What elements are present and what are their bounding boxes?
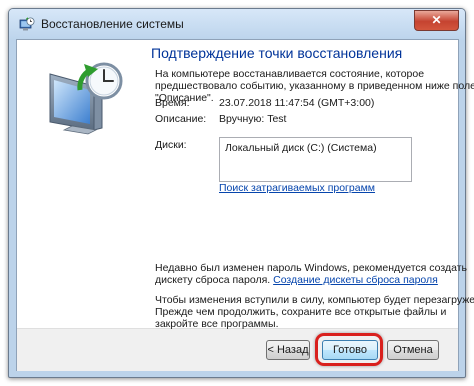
title-bar[interactable]: Восстановление системы ✕ xyxy=(9,9,465,40)
back-button[interactable]: < Назад xyxy=(266,340,310,360)
scan-affected-programs-link[interactable]: Поиск затрагиваемых программ xyxy=(219,182,375,194)
close-button[interactable]: ✕ xyxy=(414,10,459,31)
password-note-line-2: дискету сброса пароля. Создание дискеты … xyxy=(155,274,467,286)
password-note: Недавно был изменен пароль Windows, реко… xyxy=(155,262,467,286)
description-line: На компьютере восстанавливается состояни… xyxy=(155,68,425,80)
system-restore-icon xyxy=(19,17,35,31)
close-icon: ✕ xyxy=(431,13,442,27)
time-label: Время: xyxy=(155,97,190,109)
restart-note-line: Чтобы изменения вступили в силу, компьют… xyxy=(155,294,474,306)
description-value: Вручную: Test xyxy=(219,113,287,125)
disks-label: Диски: xyxy=(155,139,187,151)
create-password-reset-disk-link[interactable]: Создание дискеты сброса пароля xyxy=(273,274,438,286)
finish-button-highlight xyxy=(315,333,383,366)
cancel-button[interactable]: Отмена xyxy=(387,340,439,360)
page-heading: Подтверждение точки восстановления xyxy=(151,45,403,61)
restart-note-line: закройте все программы. xyxy=(155,318,279,330)
password-note-prefix: дискету сброса пароля. xyxy=(155,274,271,286)
disk-item[interactable]: Локальный диск (C:) (Система) xyxy=(225,142,377,154)
disks-list[interactable]: Локальный диск (C:) (Система) xyxy=(219,137,412,182)
system-restore-monitor-clock-icon xyxy=(49,62,123,135)
description-line: предшествовало событию, указанному в при… xyxy=(155,80,474,92)
restart-note-line: Прежде чем продолжить, сохраните все отк… xyxy=(155,306,447,318)
time-value: 23.07.2018 11:47:54 (GMT+3:00) xyxy=(219,97,375,109)
window-title: Восстановление системы xyxy=(41,17,184,31)
restart-note: Чтобы изменения вступили в силу, компьют… xyxy=(155,294,474,330)
password-note-line: Недавно был изменен пароль Windows, реко… xyxy=(155,262,467,274)
description-label: Описание: xyxy=(155,113,207,125)
